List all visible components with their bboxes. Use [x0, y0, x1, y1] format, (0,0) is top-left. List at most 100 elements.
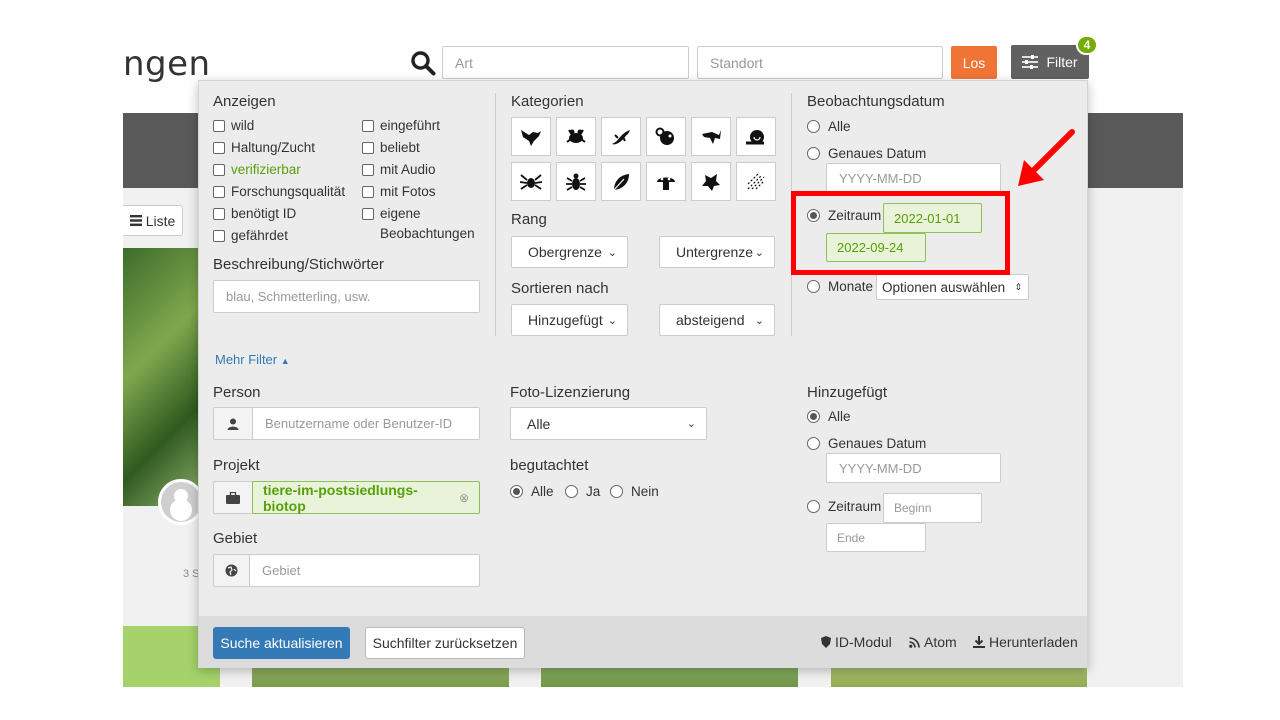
checkbox-mit-audio[interactable]: mit Audio: [362, 160, 436, 180]
added-all-radio[interactable]: Alle: [807, 409, 851, 424]
description-input[interactable]: blau, Schmetterling, usw.: [213, 280, 480, 313]
checkbox-box[interactable]: [362, 164, 374, 176]
reviewed-yes-radio[interactable]: Ja: [565, 484, 600, 499]
species-search-input[interactable]: Art: [442, 46, 689, 79]
obs-date-months-radio[interactable]: Monate: [807, 279, 873, 294]
radio-dot[interactable]: [807, 500, 820, 513]
photo-license-select[interactable]: Alle ⌄: [510, 407, 707, 440]
user-icon-addon: [213, 407, 253, 440]
select-value: Hinzugefügt: [528, 312, 603, 328]
id-module-link[interactable]: ID-Modul: [821, 634, 892, 650]
category-amphibia[interactable]: [556, 117, 596, 156]
added-begin-input[interactable]: Beginn: [883, 493, 982, 523]
obs-date-all-radio[interactable]: Alle: [807, 119, 851, 134]
filter-footer: Suche aktualisieren Suchfilter zurückset…: [199, 616, 1087, 668]
download-link[interactable]: Herunterladen: [973, 634, 1078, 650]
checkbox-box[interactable]: [362, 142, 374, 154]
category-aves[interactable]: [511, 117, 551, 156]
area-input[interactable]: Gebiet: [249, 554, 480, 587]
atom-label: Atom: [924, 634, 957, 650]
id-module-label: ID-Modul: [835, 634, 892, 650]
checkbox-gefaehrdet[interactable]: gefährdet: [213, 226, 288, 246]
rss-icon: [909, 636, 920, 648]
category-mammalia[interactable]: [646, 117, 686, 156]
checkbox-box[interactable]: [213, 164, 225, 176]
checkbox-verifizierbar[interactable]: verifizierbar: [213, 160, 301, 180]
filter-count-badge: 4: [1076, 35, 1098, 55]
update-search-button[interactable]: Suche aktualisieren: [213, 627, 350, 659]
checkbox-box[interactable]: [213, 142, 225, 154]
more-filters-label: Mehr Filter: [215, 352, 278, 367]
checkbox-eigene-beobachtungen[interactable]: eigene Beobachtungen: [362, 204, 475, 244]
category-arachnida[interactable]: [511, 162, 551, 201]
checkbox-box[interactable]: [213, 208, 225, 220]
checkbox-eingefuehrt[interactable]: eingeführt: [362, 116, 440, 136]
added-exact-radio[interactable]: Genaues Datum: [807, 436, 926, 451]
category-protozoa[interactable]: [691, 162, 731, 201]
checkbox-mit-fotos[interactable]: mit Fotos: [362, 182, 436, 202]
obs-date-exact-input[interactable]: YYYY-MM-DD: [826, 163, 1001, 193]
checkbox-box[interactable]: [362, 208, 374, 220]
checkbox-forschungsqualitaet[interactable]: Forschungsqualität: [213, 182, 345, 202]
radio-dot[interactable]: [565, 485, 578, 498]
annotation-highlight-box: [791, 191, 1010, 275]
radio-dot[interactable]: [510, 485, 523, 498]
observation-photo[interactable]: [123, 248, 199, 506]
reviewed-all-radio[interactable]: Alle: [510, 484, 554, 499]
radio-dot[interactable]: [807, 120, 820, 133]
sort-order-select[interactable]: absteigend ⌄: [659, 304, 775, 336]
reset-filters-button[interactable]: Suchfilter zurücksetzen: [365, 627, 525, 659]
kategorien-heading: Kategorien: [511, 93, 584, 110]
radio-dot[interactable]: [610, 485, 623, 498]
rank-lower-select[interactable]: Untergrenze ⌄: [659, 236, 775, 268]
added-range-radio[interactable]: Zeitraum: [807, 499, 881, 514]
added-exact-input[interactable]: YYYY-MM-DD: [826, 453, 1001, 483]
search-icon[interactable]: [410, 50, 436, 76]
checkbox-benoetigt-id[interactable]: benötigt ID: [213, 204, 296, 224]
checkbox-haltung-zucht[interactable]: Haltung/Zucht: [213, 138, 315, 158]
radio-dot[interactable]: [807, 280, 820, 293]
more-filters-toggle[interactable]: Mehr Filter ▲: [215, 352, 290, 367]
project-input[interactable]: tiere-im-postsiedlungs-biotop ⊗: [252, 481, 480, 514]
category-grid: [511, 117, 776, 201]
clear-icon[interactable]: ⊗: [459, 491, 469, 505]
location-search-input[interactable]: Standort: [697, 46, 943, 79]
checkbox-box[interactable]: [213, 230, 225, 242]
radio-dot[interactable]: [807, 410, 820, 423]
category-insecta[interactable]: [556, 162, 596, 201]
obs-date-exact-radio[interactable]: Genaues Datum: [807, 146, 926, 161]
page-title: ngen: [123, 44, 211, 84]
checkbox-label: eingeführt: [380, 118, 441, 133]
checkbox-box[interactable]: [213, 186, 225, 198]
checkbox-label: verifizierbar: [231, 162, 301, 177]
person-input[interactable]: Benutzername oder Benutzer-ID: [252, 407, 480, 440]
checkbox-box[interactable]: [213, 120, 225, 132]
download-label: Herunterladen: [989, 634, 1078, 650]
select-value: Untergrenze: [676, 244, 754, 260]
category-actinopterygii[interactable]: [691, 117, 731, 156]
radio-dot[interactable]: [807, 147, 820, 160]
added-end-input[interactable]: Ende: [826, 523, 926, 552]
list-view-label: Liste: [145, 212, 176, 229]
checkbox-wild[interactable]: wild: [213, 116, 254, 136]
radio-dot[interactable]: [807, 437, 820, 450]
checkbox-box[interactable]: [362, 186, 374, 198]
annotation-arrow-icon: [1018, 129, 1075, 186]
category-unknown[interactable]: [736, 162, 776, 201]
checkbox-box[interactable]: [362, 120, 374, 132]
months-select[interactable]: Optionen auswählen ⇕: [876, 274, 1029, 300]
list-view-button[interactable]: Liste: [123, 205, 183, 236]
category-mollusca[interactable]: [736, 117, 776, 156]
sort-field-select[interactable]: Hinzugefügt ⌄: [511, 304, 628, 336]
reviewed-heading: begutachtet: [510, 457, 589, 474]
category-reptilia[interactable]: [601, 117, 641, 156]
category-plantae[interactable]: [601, 162, 641, 201]
checkbox-beliebt[interactable]: beliebt: [362, 138, 420, 158]
arachnid-icon: [519, 173, 543, 190]
atom-link[interactable]: Atom: [909, 634, 957, 650]
projekt-heading: Projekt: [213, 457, 260, 474]
reviewed-no-radio[interactable]: Nein: [610, 484, 659, 499]
go-button[interactable]: Los: [951, 46, 997, 79]
rank-upper-select[interactable]: Obergrenze ⌄: [511, 236, 628, 268]
category-fungi[interactable]: [646, 162, 686, 201]
